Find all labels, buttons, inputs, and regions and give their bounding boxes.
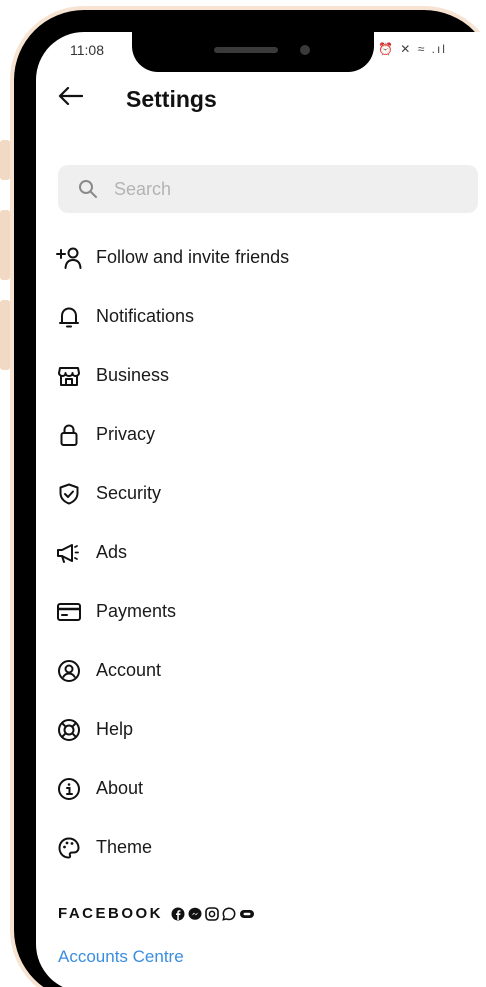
wifi-icon: ≈ (417, 42, 427, 56)
menu-item-business[interactable]: Business (56, 346, 476, 405)
menu-item-label: Ads (96, 542, 128, 562)
portal-icon (240, 909, 255, 918)
back-button[interactable] (56, 82, 84, 110)
phone-side-button (0, 300, 10, 370)
phone-notch (132, 26, 374, 72)
menu-item-theme[interactable]: Theme (56, 818, 476, 877)
signal-icon: .ıl (431, 42, 447, 56)
instagram-icon (205, 906, 219, 921)
menu-item-label: Follow and invite friends (96, 247, 290, 267)
lifebuoy-icon (56, 717, 82, 743)
status-icons: ⏰ ✕ ≈ .ıl (378, 42, 447, 56)
account-circle-icon (56, 658, 82, 684)
page-title: Settings (126, 86, 217, 112)
app-stage: 11:08 ⏰ ✕ ≈ .ıl Settings Search Follow a… (0, 0, 486, 987)
settings-menu: Follow and invite friends Notifications … (56, 228, 476, 877)
menu-item-label: Theme (96, 837, 153, 857)
info-icon (56, 776, 82, 802)
menu-item-label: Notifications (96, 306, 195, 326)
shop-icon (56, 363, 82, 389)
menu-item-label: Payments (96, 601, 177, 621)
status-time: 11:08 (70, 42, 104, 58)
add-person-icon (56, 245, 82, 271)
menu-item-ads[interactable]: Ads (56, 523, 476, 582)
whatsapp-icon (222, 906, 236, 921)
speaker-grille (214, 47, 278, 53)
menu-item-about[interactable]: About (56, 759, 476, 818)
palette-icon (56, 835, 82, 861)
menu-item-label: About (96, 778, 144, 798)
facebook-icon (171, 907, 185, 920)
lock-icon (56, 422, 82, 448)
phone-side-button (0, 210, 10, 280)
messenger-icon (188, 907, 202, 920)
header-bar (56, 82, 84, 110)
search-icon (79, 180, 97, 198)
front-camera (300, 45, 310, 55)
menu-item-security[interactable]: Security (56, 464, 476, 523)
search-bar[interactable] (58, 165, 478, 213)
megaphone-icon (56, 540, 82, 566)
menu-item-label: Security (96, 483, 162, 503)
search-input[interactable] (112, 177, 416, 201)
menu-item-label: Account (96, 660, 162, 680)
facebook-label: FACEBOOK (58, 905, 164, 922)
accounts-centre-link[interactable]: Accounts Centre (58, 947, 184, 967)
menu-item-label: Help (96, 719, 134, 739)
menu-item-follow-invite[interactable]: Follow and invite friends (56, 228, 476, 287)
menu-item-payments[interactable]: Payments (56, 582, 476, 641)
menu-item-label: Privacy (96, 424, 156, 444)
meta-apps-icons (171, 906, 255, 921)
shield-check-icon (56, 481, 82, 507)
menu-item-label: Business (96, 365, 170, 385)
card-icon (56, 599, 82, 625)
menu-item-help[interactable]: Help (56, 700, 476, 759)
phone-side-button (0, 140, 10, 180)
mute-icon: ✕ (400, 42, 413, 56)
back-arrow-icon (58, 86, 83, 106)
menu-item-privacy[interactable]: Privacy (56, 405, 476, 464)
bell-icon (56, 304, 82, 330)
menu-item-account[interactable]: Account (56, 641, 476, 700)
alarm-icon: ⏰ (378, 42, 395, 56)
menu-item-notifications[interactable]: Notifications (56, 287, 476, 346)
facebook-section-header: FACEBOOK (58, 905, 255, 922)
